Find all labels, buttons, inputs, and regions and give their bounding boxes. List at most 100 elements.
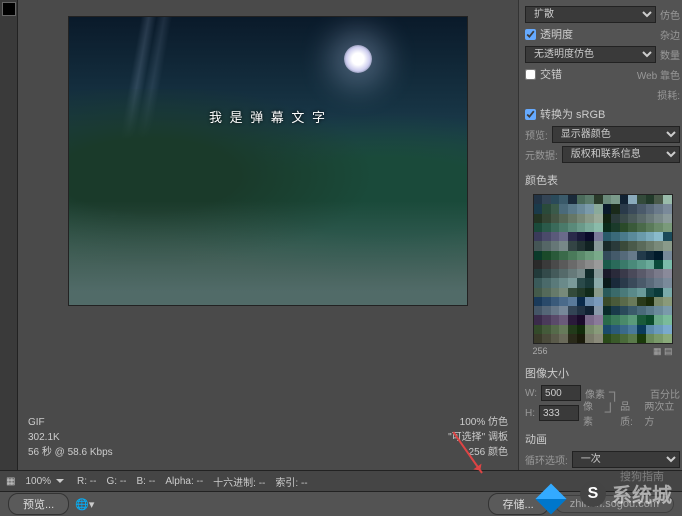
color-swatch[interactable] [585, 269, 594, 278]
color-swatch[interactable] [551, 297, 560, 306]
color-table[interactable] [533, 194, 673, 344]
save-button[interactable]: 存储... [488, 493, 549, 515]
color-swatch[interactable] [637, 278, 646, 287]
color-swatch[interactable] [559, 214, 568, 223]
color-swatch[interactable] [611, 214, 620, 223]
color-swatch[interactable] [551, 288, 560, 297]
color-swatch[interactable] [594, 195, 603, 204]
color-swatch[interactable] [534, 269, 543, 278]
color-swatch[interactable] [620, 214, 629, 223]
height-input[interactable] [539, 405, 579, 421]
color-swatch[interactable] [534, 288, 543, 297]
color-swatch[interactable] [534, 325, 543, 334]
color-swatch[interactable] [654, 223, 663, 232]
color-swatch[interactable] [654, 214, 663, 223]
hand-tool-icon[interactable]: ▦ [6, 476, 15, 487]
color-swatch[interactable] [646, 269, 655, 278]
color-swatch[interactable] [620, 232, 629, 241]
color-swatch[interactable] [568, 204, 577, 213]
color-swatch[interactable] [603, 251, 612, 260]
color-swatch[interactable] [611, 278, 620, 287]
color-swatch[interactable] [663, 251, 672, 260]
color-swatch[interactable] [611, 334, 620, 343]
color-swatch[interactable] [551, 269, 560, 278]
color-swatch[interactable] [611, 315, 620, 324]
color-swatch[interactable] [559, 269, 568, 278]
color-swatch[interactable] [577, 241, 586, 250]
color-swatch[interactable] [620, 251, 629, 260]
color-swatch[interactable] [620, 195, 629, 204]
color-swatch[interactable] [603, 278, 612, 287]
color-swatch[interactable] [646, 241, 655, 250]
color-swatch[interactable] [551, 241, 560, 250]
color-swatch[interactable] [663, 269, 672, 278]
color-swatch[interactable] [568, 232, 577, 241]
color-swatch[interactable] [577, 288, 586, 297]
color-swatch[interactable] [654, 241, 663, 250]
color-swatch[interactable] [628, 241, 637, 250]
color-swatch[interactable] [559, 251, 568, 260]
color-swatch[interactable] [654, 195, 663, 204]
color-swatch[interactable] [568, 251, 577, 260]
image-preview[interactable]: 我 是 弹 幕 文 字 [68, 16, 468, 306]
color-swatch[interactable] [611, 288, 620, 297]
color-swatch[interactable] [559, 204, 568, 213]
color-swatch[interactable] [542, 214, 551, 223]
metadata-select[interactable]: 版权和联系信息 [562, 146, 680, 163]
color-swatch[interactable] [646, 223, 655, 232]
color-swatch[interactable] [603, 195, 612, 204]
color-swatch[interactable] [551, 260, 560, 269]
color-swatch[interactable] [663, 315, 672, 324]
color-swatch[interactable] [585, 195, 594, 204]
color-swatch[interactable] [559, 232, 568, 241]
color-swatch[interactable] [611, 297, 620, 306]
color-swatch[interactable] [585, 251, 594, 260]
interlace-checkbox[interactable] [525, 69, 536, 80]
color-swatch[interactable] [568, 223, 577, 232]
color-swatch[interactable] [663, 306, 672, 315]
color-swatch[interactable] [559, 315, 568, 324]
color-swatch[interactable] [663, 325, 672, 334]
color-swatch[interactable] [628, 223, 637, 232]
color-swatch[interactable] [628, 306, 637, 315]
color-swatch[interactable] [542, 232, 551, 241]
color-swatch[interactable] [663, 223, 672, 232]
color-swatch[interactable] [603, 260, 612, 269]
color-swatch[interactable] [663, 297, 672, 306]
color-swatch[interactable] [551, 251, 560, 260]
color-swatch[interactable] [542, 325, 551, 334]
color-swatch[interactable] [594, 325, 603, 334]
color-swatch[interactable] [534, 195, 543, 204]
color-swatch[interactable] [577, 214, 586, 223]
color-swatch[interactable] [646, 297, 655, 306]
color-swatch[interactable] [594, 334, 603, 343]
loop-select[interactable]: 一次 [572, 451, 680, 468]
color-swatch[interactable] [654, 204, 663, 213]
color-swatch[interactable] [628, 334, 637, 343]
width-input[interactable] [541, 385, 581, 401]
chevron-down-icon[interactable] [53, 474, 67, 488]
color-swatch[interactable] [542, 260, 551, 269]
color-swatch[interactable] [663, 232, 672, 241]
matte-select[interactable]: 无透明度仿色 [525, 46, 656, 63]
color-swatch[interactable] [594, 214, 603, 223]
color-swatch[interactable] [611, 241, 620, 250]
color-swatch[interactable] [628, 297, 637, 306]
color-swatch[interactable] [637, 334, 646, 343]
color-swatch[interactable] [585, 306, 594, 315]
color-swatch[interactable] [654, 278, 663, 287]
color-swatch[interactable] [542, 204, 551, 213]
color-swatch[interactable] [603, 214, 612, 223]
color-swatch[interactable] [585, 278, 594, 287]
color-swatch[interactable] [534, 241, 543, 250]
color-swatch[interactable] [663, 241, 672, 250]
browser-icon[interactable]: 🌐▾ [75, 498, 94, 511]
color-swatch[interactable] [568, 306, 577, 315]
color-swatch[interactable] [628, 269, 637, 278]
color-swatch[interactable] [585, 260, 594, 269]
color-swatch[interactable] [559, 223, 568, 232]
color-swatch[interactable] [611, 204, 620, 213]
color-swatch[interactable] [594, 278, 603, 287]
color-swatch[interactable] [534, 315, 543, 324]
color-swatch[interactable] [577, 278, 586, 287]
